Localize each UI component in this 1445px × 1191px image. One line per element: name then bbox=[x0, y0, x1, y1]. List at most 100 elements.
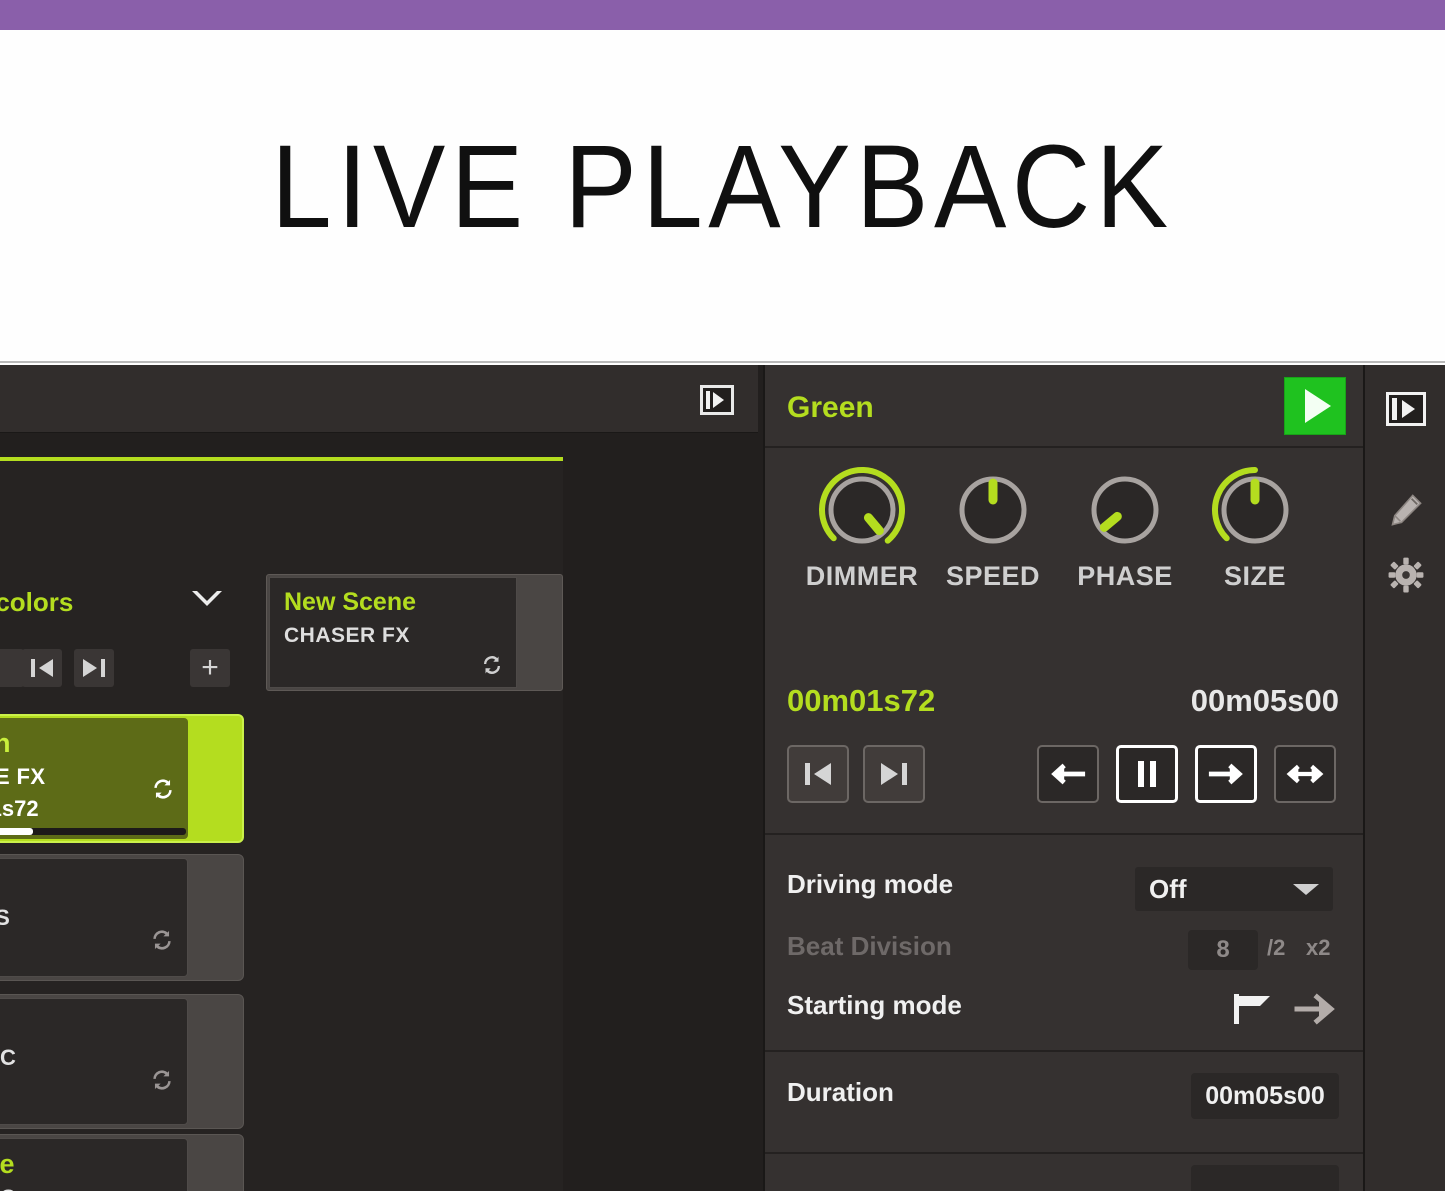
loop-icon bbox=[480, 653, 504, 677]
inspector-header: Green bbox=[765, 365, 1365, 448]
scene-card[interactable]: an ATIC bbox=[0, 994, 244, 1129]
new-scene-card-body: New Scene CHASER FX bbox=[269, 577, 517, 688]
app-window: r colors + New Scene CHASE bbox=[0, 365, 1445, 1191]
scene-name: een bbox=[0, 728, 11, 758]
chevron-down-icon bbox=[1293, 884, 1319, 895]
driving-mode-value: Off bbox=[1149, 874, 1187, 904]
play-backward-button[interactable] bbox=[1037, 745, 1099, 803]
beat-division-value[interactable]: 8 bbox=[1188, 930, 1258, 970]
loop-icon bbox=[150, 776, 176, 807]
knob-size[interactable]: SIZE bbox=[1195, 461, 1315, 592]
next-setting-value-partial[interactable] bbox=[1191, 1165, 1339, 1191]
rail-item-playback[interactable] bbox=[1384, 387, 1428, 431]
knob-dial[interactable] bbox=[809, 461, 915, 559]
pause-button[interactable] bbox=[1116, 745, 1178, 803]
next-scene-button[interactable] bbox=[74, 649, 114, 687]
scene-card-body: an ATIC bbox=[0, 998, 188, 1125]
knob-row: DIMMER SPEED PHASE SIZE bbox=[765, 461, 1365, 591]
expand-view-icon[interactable] bbox=[700, 385, 734, 415]
new-scene-name: New Scene bbox=[284, 588, 417, 616]
beat-division-double-button[interactable]: x2 bbox=[1306, 935, 1330, 961]
scene-type: ATIC bbox=[0, 1185, 16, 1191]
plus-icon: + bbox=[201, 651, 219, 684]
jump-to-end-button[interactable] bbox=[863, 745, 925, 803]
scene-type: RVE FX bbox=[0, 764, 46, 789]
knob-dial[interactable] bbox=[1072, 461, 1178, 559]
loop-icon bbox=[149, 927, 175, 958]
mode-rail bbox=[1363, 365, 1445, 1191]
knob-label: DIMMER bbox=[805, 561, 919, 591]
scene-progress-fill bbox=[0, 828, 33, 835]
divider-2 bbox=[765, 1050, 1365, 1052]
playback-icon bbox=[1386, 392, 1426, 426]
prev-scene-button[interactable] bbox=[22, 649, 62, 687]
scene-type: EPS bbox=[0, 905, 11, 930]
scene-name: rple bbox=[0, 1149, 15, 1179]
scene-card[interactable]: een RVE FX n01s72 bbox=[0, 714, 244, 843]
chevron-down-icon-inner bbox=[197, 591, 217, 601]
group-label: r colors bbox=[0, 587, 74, 617]
scene-type: ATIC bbox=[0, 1045, 17, 1070]
knob-label: SPEED bbox=[945, 561, 1041, 591]
skip-previous-icon bbox=[31, 659, 53, 677]
pause-icon bbox=[1138, 761, 1156, 787]
expand-bar bbox=[706, 391, 710, 409]
left-toolbar bbox=[0, 365, 758, 433]
knob-label: PHASE bbox=[1077, 561, 1173, 591]
driving-mode-label: Driving mode bbox=[787, 869, 954, 899]
scene-inspector: Green DIMMER SPEED PHASE SIZE 00m01s72 0… bbox=[763, 365, 1365, 1191]
duration-value[interactable]: 00m05s00 bbox=[1191, 1073, 1339, 1119]
play-forward-button[interactable] bbox=[1195, 745, 1257, 803]
knob-dial[interactable] bbox=[940, 461, 1046, 559]
play-button[interactable] bbox=[1284, 377, 1346, 435]
skip-previous-icon bbox=[805, 763, 831, 785]
scene-card-body: ue EPS bbox=[0, 858, 188, 977]
current-time: 00m01s72 bbox=[787, 683, 936, 718]
arrow-left-icon bbox=[1051, 763, 1086, 785]
total-time: 00m05s00 bbox=[1190, 683, 1339, 718]
new-scene-card[interactable]: New Scene CHASER FX bbox=[266, 574, 563, 691]
driving-mode-dropdown[interactable]: Off bbox=[1135, 867, 1333, 911]
add-scene-button[interactable]: + bbox=[190, 649, 230, 687]
divider-1 bbox=[765, 833, 1365, 835]
scene-card[interactable]: rple ATIC bbox=[0, 1134, 244, 1191]
title-banner: LIVE PLAYBACK bbox=[0, 30, 1445, 363]
duration-label: Duration bbox=[787, 1077, 894, 1107]
inspector-title: Green bbox=[787, 391, 874, 424]
scene-card[interactable]: ue EPS bbox=[0, 854, 244, 981]
starting-mode-arrow-icon[interactable] bbox=[1293, 990, 1341, 1028]
beat-division-label: Beat Division bbox=[787, 931, 952, 961]
arrow-right-icon bbox=[1208, 763, 1243, 785]
scene-card-body: een RVE FX n01s72 bbox=[0, 718, 188, 839]
starting-mode-flag-icon[interactable] bbox=[1230, 990, 1278, 1028]
purple-accent-bar bbox=[0, 0, 1445, 30]
knob-dial[interactable] bbox=[1202, 461, 1308, 559]
arrow-both-icon bbox=[1286, 764, 1324, 784]
page-title: LIVE PLAYBACK bbox=[271, 121, 1174, 253]
toolbar-button-partial[interactable] bbox=[0, 649, 24, 687]
jump-to-start-button[interactable] bbox=[787, 745, 849, 803]
rail-item-settings[interactable] bbox=[1384, 553, 1428, 597]
knob-phase[interactable]: PHASE bbox=[1065, 461, 1185, 592]
play-icon bbox=[1304, 389, 1331, 423]
expand-triangle bbox=[713, 392, 724, 408]
skip-next-icon bbox=[83, 659, 105, 677]
scene-card-body: rple ATIC bbox=[0, 1138, 188, 1191]
scene-time: n01s72 bbox=[0, 796, 39, 821]
scene-progress-track bbox=[0, 828, 186, 835]
rail-item-edit[interactable] bbox=[1384, 488, 1428, 532]
starting-mode-label: Starting mode bbox=[787, 990, 962, 1020]
loop-icon bbox=[149, 1067, 175, 1098]
scene-group-panel: r colors + New Scene CHASE bbox=[0, 461, 563, 1191]
screenshot-root: LIVE PLAYBACK r colors bbox=[0, 0, 1445, 1191]
pencil-icon bbox=[1391, 494, 1422, 526]
knob-label: SIZE bbox=[1223, 561, 1286, 591]
skip-next-icon bbox=[881, 763, 907, 785]
divider-3 bbox=[765, 1152, 1365, 1154]
bounce-button[interactable] bbox=[1274, 745, 1336, 803]
new-scene-type: CHASER FX bbox=[284, 624, 410, 647]
knob-speed[interactable]: SPEED bbox=[933, 461, 1053, 592]
beat-division-halve-button[interactable]: /2 bbox=[1267, 935, 1285, 961]
knob-dimmer[interactable]: DIMMER bbox=[802, 461, 922, 592]
gear-icon bbox=[1388, 557, 1424, 593]
